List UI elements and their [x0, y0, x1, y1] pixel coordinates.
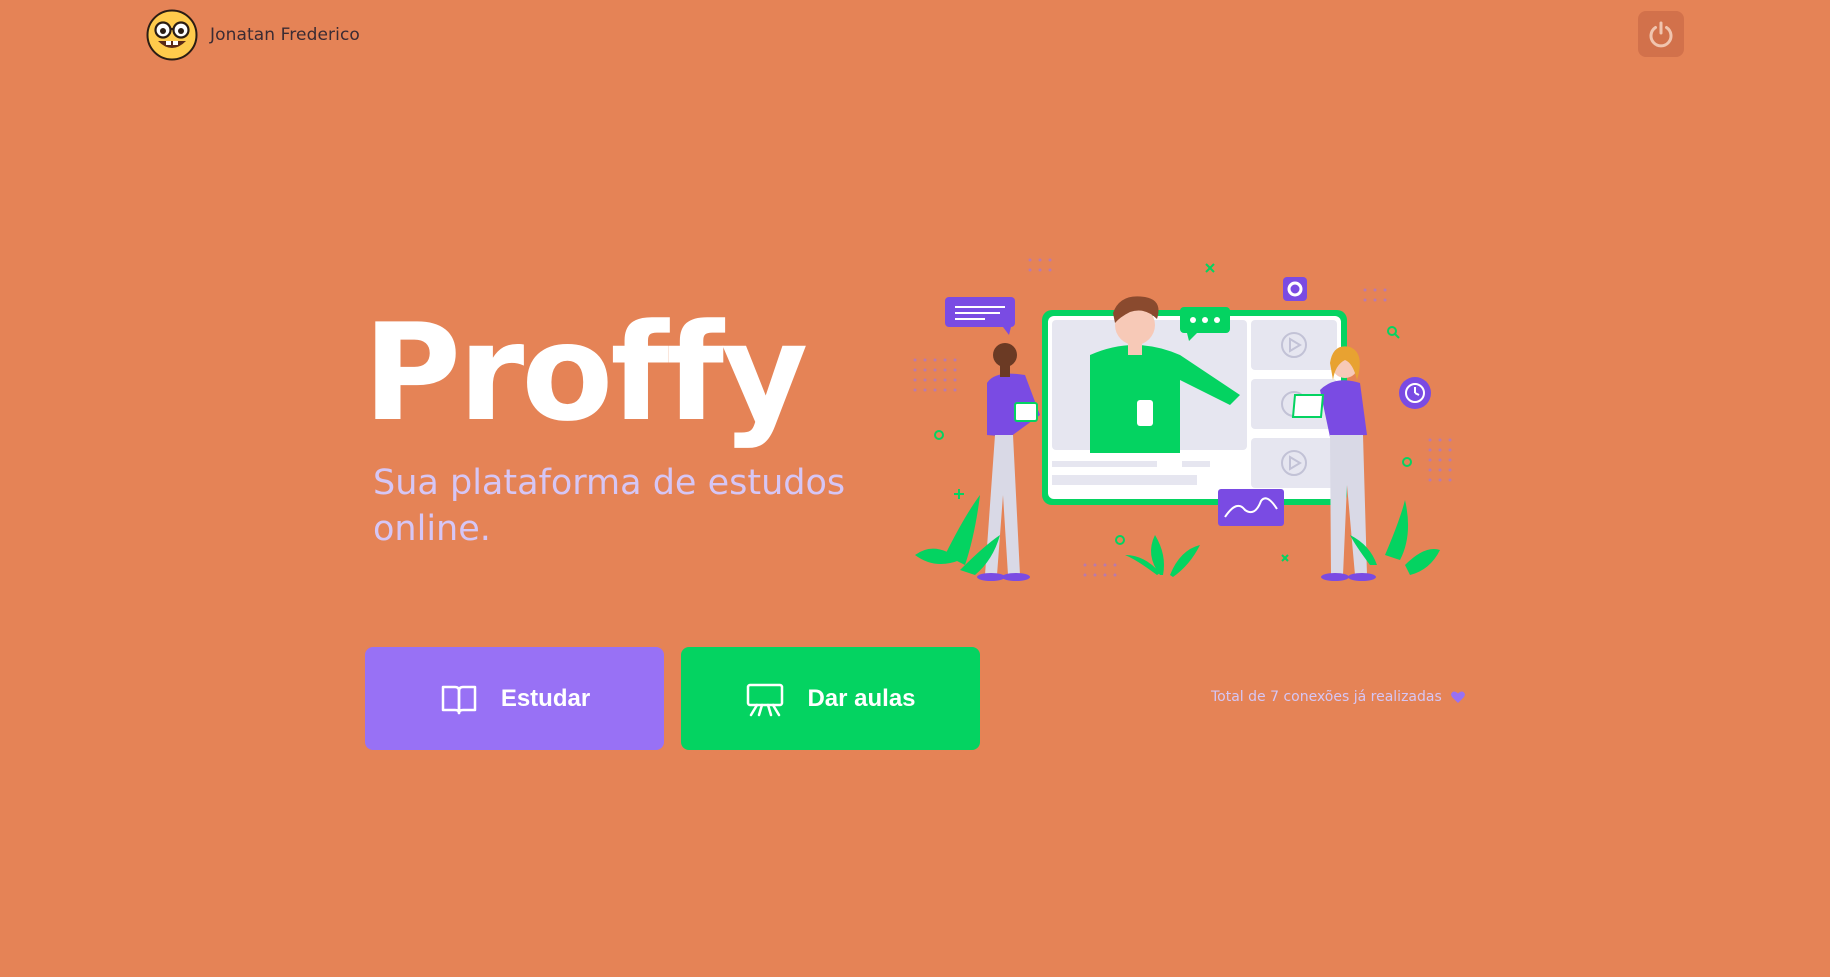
proffy-logo: Proffy — [363, 295, 808, 456]
logo-text: Proffy — [363, 295, 808, 451]
avatar — [146, 9, 198, 61]
teach-button-label: Dar aulas — [807, 684, 916, 712]
book-icon — [441, 685, 477, 714]
hero-illustration — [913, 258, 1452, 581]
power-icon — [1649, 21, 1673, 48]
purple-heart-icon — [1450, 691, 1465, 703]
tagline: Sua plataforma de estudos online. — [373, 463, 846, 549]
study-button[interactable]: Estudar — [365, 647, 664, 750]
presentation-board-icon — [747, 683, 784, 716]
teach-button[interactable]: Dar aulas — [681, 647, 980, 750]
user-name: Jonatan Frederico — [210, 25, 360, 45]
total-connections: Total de 7 conexões já realizadas — [1211, 689, 1466, 705]
study-button-label: Estudar — [500, 684, 591, 712]
logout-button[interactable] — [1638, 11, 1684, 57]
landing-page: Jonatan Frederico Proffy Sua plataforma … — [0, 0, 1830, 977]
connections-text: Total de 7 conexões já realizadas — [1211, 689, 1442, 705]
user-profile-link[interactable]: Jonatan Frederico — [146, 9, 360, 61]
